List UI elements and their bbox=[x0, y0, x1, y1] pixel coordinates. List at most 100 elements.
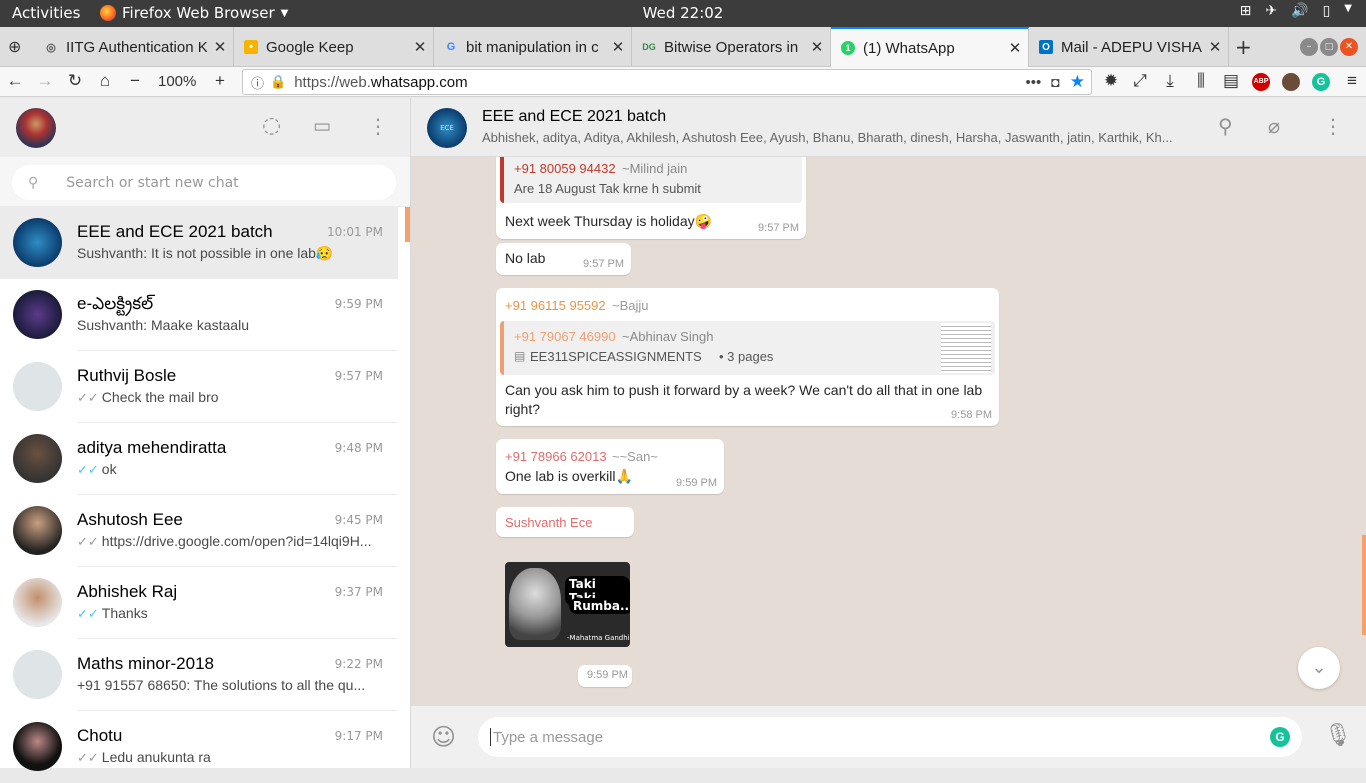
double-tick-icon: ✓✓ bbox=[77, 462, 99, 477]
menu-dots-icon[interactable]: ⋮ bbox=[1323, 114, 1343, 138]
quote-sender: +91 80059 94432 bbox=[514, 161, 616, 176]
url-bar[interactable]: ⓘ 🔒 https://web. whatsapp.com ••• ◘ ★ bbox=[242, 69, 1092, 95]
chat-preview: Sushvanth: Maake kastaalu bbox=[77, 317, 249, 333]
message-bubble[interactable]: +91 80059 94432 ~Milind jain Are 18 Augu… bbox=[496, 157, 806, 239]
app-menu[interactable]: Firefox Web Browser ▼ bbox=[100, 4, 288, 22]
url-prefix: https://web. bbox=[294, 73, 371, 91]
close-icon[interactable]: ✕ bbox=[804, 38, 830, 56]
search-input[interactable]: ⚲ Search or start new chat bbox=[12, 165, 396, 200]
zoom-level[interactable]: 100% bbox=[158, 73, 196, 90]
gandhi-portrait bbox=[509, 568, 561, 640]
contact-avatar bbox=[13, 722, 62, 771]
close-window-button[interactable]: ✕ bbox=[1340, 38, 1358, 56]
clock[interactable]: Wed 22:02 bbox=[643, 4, 724, 22]
emoji-icon[interactable]: ☺ bbox=[431, 723, 456, 751]
chat-list-item[interactable]: Abhishek Raj 9:37 PM ✓✓ Thanks bbox=[0, 567, 398, 639]
download-icon[interactable]: ⤓ bbox=[1158, 71, 1182, 91]
hamburger-menu-icon[interactable]: ≡ bbox=[1340, 71, 1364, 91]
scroll-down-button[interactable]: ⌄ bbox=[1298, 647, 1340, 689]
close-icon[interactable]: ✕ bbox=[605, 38, 631, 56]
scrollbar-thumb[interactable] bbox=[1362, 535, 1366, 635]
profile-avatar[interactable] bbox=[16, 108, 56, 148]
chat-name: EEE and ECE 2021 batch bbox=[77, 222, 273, 241]
pocket-icon[interactable]: ◘ bbox=[1051, 74, 1059, 90]
library-icon[interactable]: ⫼ bbox=[1189, 71, 1213, 91]
zoom-in-icon[interactable]: + bbox=[208, 71, 232, 91]
microphone-icon[interactable]: 🎙 bbox=[1324, 723, 1352, 748]
sticker-image[interactable]: Taki Taki Rumba.. -Mahatma Gandhi bbox=[505, 562, 630, 647]
message-input[interactable]: Type a message G bbox=[478, 717, 1302, 757]
system-tray[interactable]: ⊞ ✈ 🔊 ▯ ▼ bbox=[1240, 3, 1352, 19]
minimize-button[interactable]: – bbox=[1300, 38, 1318, 56]
chat-list-item[interactable]: Ruthvij Bosle 9:57 PM ✓✓ Check the mail b… bbox=[0, 351, 398, 423]
grammarly-icon[interactable]: G bbox=[1270, 727, 1290, 747]
page-actions-icon[interactable]: ••• bbox=[1026, 74, 1042, 91]
reload-icon[interactable]: ↻ bbox=[63, 71, 87, 91]
search-icon[interactable]: ⚲ bbox=[1218, 114, 1233, 138]
menu-dots-icon[interactable]: ⋮ bbox=[368, 114, 388, 138]
message-time: 9:58 PM bbox=[951, 409, 992, 421]
globe-icon[interactable]: ⊕ bbox=[8, 37, 21, 56]
chat-list-item[interactable]: Ashutosh Eee 9:45 PM ✓✓ https://drive.goo… bbox=[0, 495, 398, 567]
chat-list-item[interactable]: EEE and ECE 2021 batch 10:01 PM Sushvant… bbox=[0, 207, 398, 279]
close-icon[interactable]: ✕ bbox=[1202, 38, 1228, 56]
tab-title: Mail - ADEPU VISHAL bbox=[1061, 38, 1202, 56]
quoted-message[interactable]: +91 80059 94432 ~Milind jain Are 18 Augu… bbox=[500, 157, 802, 203]
chat-preview: ✓✓ Thanks bbox=[77, 605, 148, 621]
grammarly-icon[interactable]: G bbox=[1312, 73, 1330, 91]
group-avatar[interactable]: ECE bbox=[427, 108, 467, 148]
tab-gfg[interactable]: DG Bitwise Operators in ✕ bbox=[632, 27, 831, 67]
tab-title: IITG Authentication Keep bbox=[66, 38, 207, 56]
back-icon[interactable]: ← bbox=[3, 71, 27, 91]
chat-time: 9:37 PM bbox=[334, 585, 383, 599]
message-bubble[interactable]: +91 96115 95592 ~Bajju +91 79067 46990 ~… bbox=[496, 288, 999, 426]
quoted-document[interactable]: +91 79067 46990 ~Abhinav Singh ▤ EE311SP… bbox=[500, 321, 995, 375]
zoom-out-icon[interactable]: − bbox=[123, 71, 147, 91]
chat-list-item[interactable]: e-ఎలక్ట్రికల్ 9:59 PM Sushvanth: Maake k… bbox=[0, 279, 398, 351]
tab-google-search[interactable]: G bit manipulation in c ✕ bbox=[434, 27, 632, 67]
document-thumbnail bbox=[941, 323, 991, 373]
gnome-top-bar: Activities Firefox Web Browser ▼ Wed 22:… bbox=[0, 0, 1366, 27]
adblock-icon[interactable]: ABP bbox=[1252, 73, 1270, 91]
message-text: Can you ask him to push it forward by a … bbox=[505, 382, 983, 417]
attach-icon[interactable]: ⌀ bbox=[1268, 114, 1280, 138]
chat-list-item[interactable]: Chotu 9:17 PM ✓✓ Ledu anukunta ra bbox=[0, 711, 398, 783]
chat-name: Ashutosh Eee bbox=[77, 510, 183, 529]
close-icon[interactable]: ✕ bbox=[407, 38, 433, 56]
tab-google-keep[interactable]: • Google Keep ✕ bbox=[234, 27, 434, 67]
chat-preview: ✓✓ ok bbox=[77, 461, 117, 477]
bookmark-star-icon[interactable]: ★ bbox=[1070, 72, 1085, 92]
tab-iitg[interactable]: ◎ IITG Authentication Keep ✕ bbox=[34, 27, 234, 67]
contact-avatar bbox=[13, 434, 62, 483]
tab-outlook[interactable]: O Mail - ADEPU VISHAL ✕ bbox=[1029, 27, 1229, 67]
tab-title: Google Keep bbox=[266, 38, 354, 56]
fullscreen-icon[interactable]: ⤢ bbox=[1128, 71, 1152, 91]
chat-time: 9:48 PM bbox=[334, 441, 383, 455]
forward-icon[interactable]: → bbox=[33, 71, 57, 91]
message-bubble[interactable]: No lab 9:57 PM bbox=[496, 243, 631, 275]
info-icon[interactable]: ⓘ bbox=[251, 73, 264, 92]
tab-bar: ⊕ ◎ IITG Authentication Keep ✕ • Google … bbox=[0, 27, 1366, 67]
tab-whatsapp[interactable]: 1 (1) WhatsApp ✕ bbox=[831, 27, 1029, 67]
sender-label-bubble[interactable]: Sushvanth Ece bbox=[496, 507, 634, 537]
settings-gear-icon[interactable]: ✹ bbox=[1099, 71, 1123, 91]
new-tab-button[interactable]: + bbox=[1235, 35, 1252, 59]
sidebar-icon[interactable]: ▤ bbox=[1219, 71, 1243, 91]
chat-list-item[interactable]: aditya mehendiratta 9:48 PM ✓✓ ok bbox=[0, 423, 398, 495]
new-chat-icon[interactable]: ▭ bbox=[313, 115, 331, 137]
close-icon[interactable]: ✕ bbox=[1002, 39, 1028, 57]
home-icon[interactable]: ⌂ bbox=[93, 71, 117, 91]
maximize-button[interactable]: □ bbox=[1320, 38, 1338, 56]
message-bubble[interactable]: +91 78966 62013 ~~San~ One lab is overki… bbox=[496, 439, 724, 494]
navigation-toolbar: ← → ↻ ⌂ − 100% + ⓘ 🔒 https://web. whatsap… bbox=[0, 67, 1366, 97]
conversation-header[interactable]: ECE EEE and ECE 2021 batch Abhishek, adi… bbox=[411, 98, 1366, 157]
sidebar-header: ◌ ▭ ⋮ bbox=[0, 98, 410, 157]
chat-list-item[interactable]: Maths minor-2018 9:22 PM +91 91557 68650… bbox=[0, 639, 398, 711]
close-icon[interactable]: ✕ bbox=[207, 38, 233, 56]
activities-button[interactable]: Activities bbox=[12, 4, 80, 22]
airplane-icon: ✈ bbox=[1265, 3, 1278, 19]
chat-time: 9:17 PM bbox=[334, 729, 383, 743]
status-icon[interactable]: ◌ bbox=[262, 113, 281, 138]
firefox-icon bbox=[100, 5, 116, 21]
extension-avatar-icon[interactable] bbox=[1282, 73, 1300, 91]
